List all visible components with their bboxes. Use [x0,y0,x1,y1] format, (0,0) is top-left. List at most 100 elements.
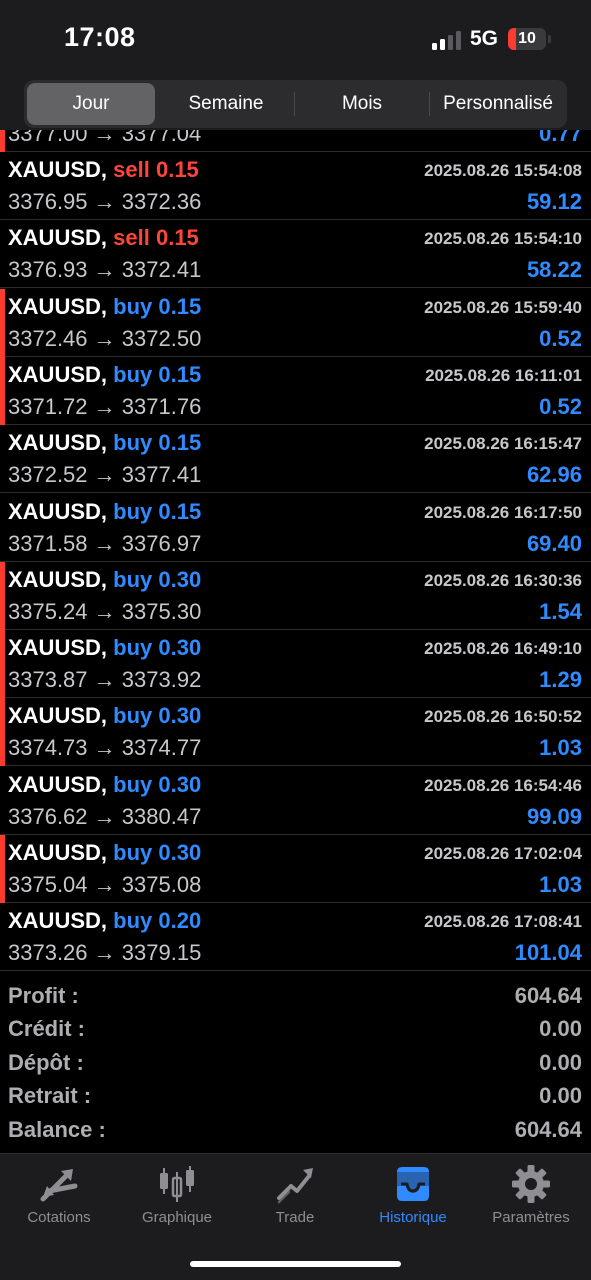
deal-row[interactable]: XAUUSD, buy 0.30 2025.08.26 16:30:36 3375.… [0,561,591,630]
deal-symbol: XAUUSD, [8,703,108,729]
deal-open-price: 3376.62 [8,803,88,829]
status-time: 17:08 [64,22,136,52]
deal-symbol-line: XAUUSD, buy 0.15 [8,362,201,388]
deal-row[interactable]: XAUUSD, buy 0.15 2025.08.26 15:59:40 3372.… [0,288,591,357]
deal-row[interactable]: XAUUSD, buy 0.30 2025.08.26 17:02:04 3375.… [0,835,591,903]
deal-marker [0,356,5,425]
tab-label: Cotations [27,1209,91,1226]
deal-row[interactable]: XAUUSD, sell 0.15 2025.08.26 15:54:08 3376… [0,152,591,220]
deal-side: buy [113,361,153,387]
arrow-right-icon: → [93,735,116,761]
deal-close-price: 3372.50 [121,325,202,351]
deal-symbol: XAUUSD, [8,361,108,387]
deal-time: 2025.08.26 16:15:47 [424,434,582,454]
arrow-right-icon: → [93,462,116,488]
deal-close-price: 3374.77 [121,735,202,761]
summary-balance: Balance : 604.64 [0,1114,591,1148]
deal-profit: 0.52 [539,393,582,419]
summary-value: 0.00 [539,1083,582,1108]
arrow-right-icon: → [93,598,116,624]
deal-close-price: 3375.30 [121,598,202,624]
deal-prices: 3373.87 → 3373.92 [8,667,201,693]
deal-row[interactable]: XAUUSD, buy 0.30 2025.08.26 16:49:10 3373.… [0,630,591,699]
deal-side: buy [113,840,153,865]
tab-semaine[interactable]: Semaine [160,83,292,125]
deal-side: buy [113,771,153,797]
deal-open-price: 3372.52 [8,462,88,488]
deal-row[interactable]: XAUUSD, buy 0.20 2025.08.26 17:08:41 3373.… [0,903,591,972]
cellular-signal-icon [432,30,462,50]
arrow-right-icon: → [93,872,116,897]
deal-side: buy [113,635,153,661]
deal-open-price: 3374.73 [8,735,88,761]
deal-side: buy [113,430,153,456]
deal-volume: 0.15 [158,293,202,319]
deal-volume: 0.15 [158,361,202,387]
arrow-right-icon: → [93,530,116,556]
deal-prices: 3375.04 → 3375.08 [8,872,201,898]
tab-historique[interactable]: Historique [354,1154,472,1244]
arrow-right-icon: → [93,803,116,829]
deal-volume: 0.15 [155,157,199,182]
arrow-right-icon: → [93,393,116,419]
deal-open-price: 3371.72 [8,393,88,419]
deal-open-price: 3376.95 [8,189,88,214]
deal-time: 2025.08.26 16:54:46 [424,775,582,795]
trend-line-icon [277,1168,313,1204]
deal-profit: 69.40 [526,530,582,556]
deal-time: 2025.08.26 16:50:52 [424,707,582,727]
summary-label: Balance : [8,1117,106,1142]
history-deals-list[interactable]: 3377.00 → 3377.04 0.77 XAUUSD, sell 0.15… [0,130,591,972]
deal-row[interactable]: XAUUSD, buy 0.30 2025.08.26 16:54:46 3376.… [0,767,591,835]
deal-open-price: 3371.58 [8,530,88,556]
tab-trade[interactable]: Trade [236,1154,354,1244]
deal-prices: 3371.72 → 3371.76 [8,394,201,420]
deal-symbol: XAUUSD, [8,430,108,456]
deal-symbol-line: XAUUSD, sell 0.15 [8,225,199,251]
deal-symbol: XAUUSD, [8,498,108,524]
deal-row[interactable]: XAUUSD, buy 0.30 2025.08.26 16:50:52 3374.… [0,698,591,767]
deal-side: buy [113,293,153,319]
deal-close-price: 3379.15 [121,940,202,966]
arrow-right-icon: → [93,189,116,214]
deal-row-partial[interactable]: 3377.00 → 3377.04 0.77 [0,130,591,152]
tab-personnalise[interactable]: Personnalisé [431,83,565,125]
summary-deposit: Dépôt : 0.00 [0,1047,591,1081]
deal-marker [0,630,5,699]
deal-row[interactable]: XAUUSD, buy 0.15 2025.08.26 16:15:47 3372.… [0,425,591,494]
summary-value: 604.64 [514,983,582,1008]
battery-nub [548,35,551,43]
deal-row[interactable]: XAUUSD, buy 0.15 2025.08.26 16:17:50 3371.… [0,494,591,562]
deal-row[interactable]: XAUUSD, sell 0.15 2025.08.26 15:54:10 3376… [0,220,591,289]
deal-close-price: 3372.36 [121,189,202,214]
tab-jour[interactable]: Jour [27,83,155,125]
network-type: 5G [470,27,499,50]
summary-credit: Crédit : 0.00 [0,1013,591,1047]
segment-divider [429,92,430,116]
deal-prices: 3372.52 → 3377.41 [8,462,201,488]
tab-graphique[interactable]: Graphique [118,1154,236,1244]
deal-symbol-line: XAUUSD, buy 0.20 [8,908,201,934]
deal-row[interactable]: XAUUSD, buy 0.15 2025.08.26 16:11:01 3371.… [0,356,591,425]
tab-mois[interactable]: Mois [296,83,428,125]
tab-cotations[interactable]: Cotations [0,1154,118,1244]
home-indicator [190,1261,401,1267]
inbox-tray-icon [397,1167,429,1201]
deal-symbol-line: XAUUSD, buy 0.15 [8,430,201,456]
deal-prices: 3376.95 → 3372.36 [8,189,201,215]
period-selector-bar: Jour Semaine Mois Personnalisé [0,78,591,130]
deal-symbol-line: XAUUSD, buy 0.30 [8,703,201,729]
deal-symbol-line: XAUUSD, buy 0.30 [8,635,201,661]
deal-volume: 0.30 [158,635,202,661]
arrow-right-icon: → [93,667,116,693]
deal-symbol: XAUUSD, [8,840,108,865]
gear-icon [512,1165,550,1203]
deal-symbol: XAUUSD, [8,908,108,934]
tab-parametres[interactable]: Paramètres [472,1154,590,1244]
deal-time: 2025.08.26 16:49:10 [424,639,582,659]
deal-volume: 0.15 [158,498,202,524]
deal-prices: 3376.93 → 3372.41 [8,257,201,283]
deal-prices: 3372.46 → 3372.50 [8,326,201,352]
deal-symbol-line: XAUUSD, buy 0.30 [8,772,201,798]
deal-symbol-line: XAUUSD, buy 0.30 [8,840,201,866]
